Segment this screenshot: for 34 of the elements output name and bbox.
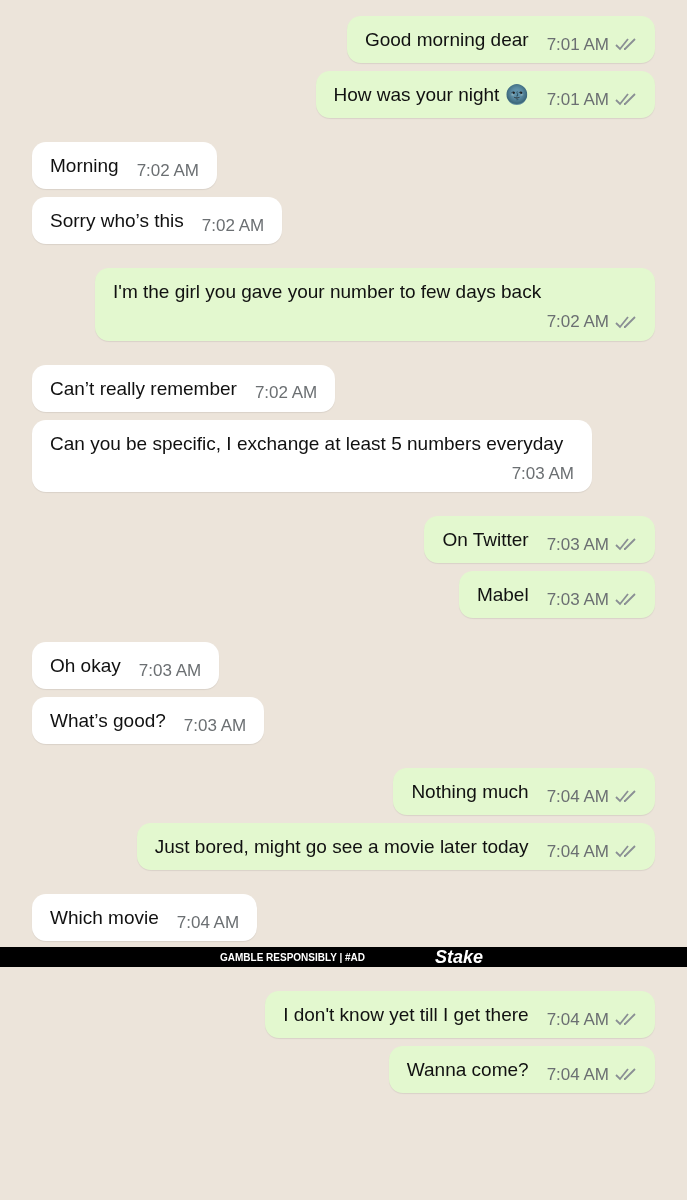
message-text: Mabel	[476, 583, 529, 607]
message-time: 7:04 AM	[176, 911, 240, 934]
message-time: 7:01 AM	[546, 88, 609, 111]
message-text: I'm the girl you gave your number to few days back	[113, 280, 542, 304]
message-time: 7:02 AM	[136, 159, 200, 182]
message-text: Good morning dear	[364, 28, 529, 52]
message-time: 7:03 AM	[546, 588, 609, 611]
message-time: 7:02 AM	[201, 214, 265, 237]
message-text: How was your night 🌚	[333, 83, 529, 107]
message-text: Just bored, might go see a movie later today	[154, 835, 529, 859]
message-text: What’s good?	[50, 709, 166, 733]
message-time: 7:03 AM	[138, 659, 202, 682]
ad-notice: GAMBLE RESPONSIBLY | #AD	[220, 950, 366, 965]
message-time: 7:03 AM	[511, 462, 574, 485]
message-text: I don't know yet till I get there	[283, 1003, 529, 1027]
message-time: 7:03 AM	[546, 533, 609, 556]
message-time: 7:04 AM	[546, 1008, 609, 1031]
message-text: Can you be specific, I exchange at least 5 numbers everyday	[50, 431, 564, 456]
message-text: On Twitter	[442, 528, 529, 552]
message-text: Oh okay	[50, 654, 121, 678]
message-time: 7:01 AM	[546, 33, 609, 56]
logo: Stake	[435, 948, 484, 966]
message-text: Wanna come?	[406, 1058, 529, 1082]
message-text: Which movie	[50, 906, 159, 930]
message-time: 7:02 AM	[546, 311, 609, 333]
message-text: Can’t really remember	[50, 376, 237, 401]
message-time: 7:02 AM	[254, 382, 318, 404]
message-text: Sorry who’s this	[50, 209, 184, 233]
message-time: 7:04 AM	[546, 785, 609, 808]
message-text: Nothing much	[411, 780, 529, 804]
message-text: Morning	[50, 154, 119, 178]
message-time: 7:04 AM	[546, 840, 609, 863]
message-time: 7:03 AM	[183, 714, 247, 737]
message-time: 7:04 AM	[546, 1063, 609, 1086]
